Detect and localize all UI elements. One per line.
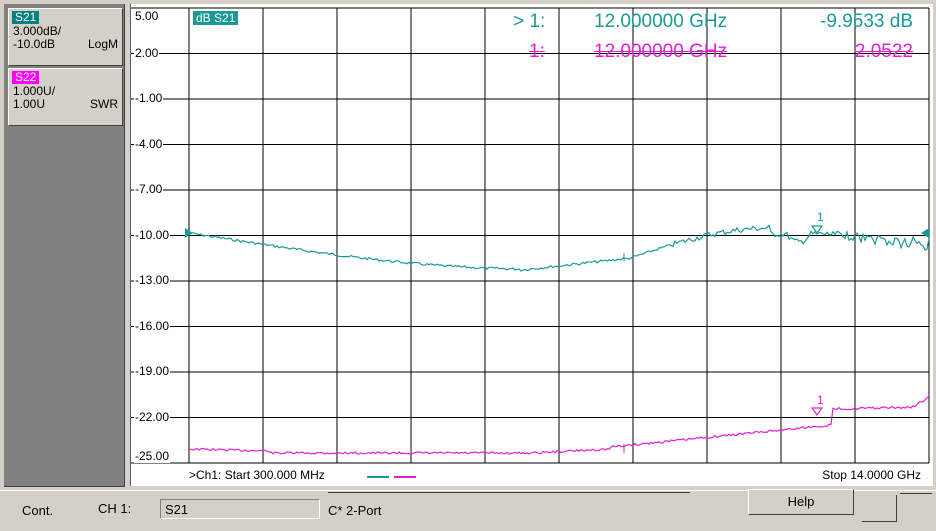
sweep-mode-label: Cont. <box>22 503 54 518</box>
marker-1-s21-icon: 1 <box>810 210 824 235</box>
status-bar: Cont. CH 1: S21 C* 2-Port Help <box>0 489 936 531</box>
svg-text:1: 1 <box>817 393 824 407</box>
y-tick-label: 5.00 <box>134 9 160 23</box>
measurement-field[interactable]: S21 <box>160 499 320 519</box>
trace-s21-tag: S21 <box>12 11 40 24</box>
plot-grid: 1 1 <box>131 7 930 464</box>
trace-s22-tag: S22 <box>12 71 40 84</box>
marker-s21-value: -9.9533 dB <box>820 11 913 32</box>
active-trace-label: dB S21 <box>193 11 239 25</box>
y-tick-label: -13.00 <box>134 273 171 287</box>
status-divider <box>900 493 932 494</box>
trace-s21-format: LogM <box>87 37 118 51</box>
plot-area[interactable]: 1 1 5.00 2.00 -1.00 -4.00 -7.00 -10.00 -13.00 -… <box>130 4 933 486</box>
trace-panel: S21 3.000dB/ -10.0dB LogM S22 1.000U/ 1.… <box>4 4 125 487</box>
trace-s22-format: SWR <box>90 97 118 111</box>
marker-s21-frequency: 12.000000 GHz <box>594 11 728 32</box>
trace-s22-box[interactable]: S22 1.000U/ 1.00U SWR <box>8 68 123 126</box>
y-tick-label: -25.00 <box>134 449 171 463</box>
trace-s21-ref: -10.0dB <box>13 37 56 51</box>
trace-s22-ref: 1.00U <box>13 97 46 111</box>
status-divider <box>328 492 690 493</box>
trace-s21-box[interactable]: S21 3.000dB/ -10.0dB LogM <box>8 8 123 66</box>
marker-s22-prefix: 1: <box>529 41 545 62</box>
calibration-label: C* 2-Port <box>328 503 382 518</box>
reference-arrow-right-icon <box>921 228 929 238</box>
start-frequency-label: >Ch1: Start 300.000 MHz <box>189 468 325 482</box>
y-tick-label: -10.00 <box>134 227 171 242</box>
y-tick-label: -19.00 <box>134 364 171 378</box>
channel-label: CH 1: <box>98 501 132 516</box>
legend-swatches <box>367 476 416 478</box>
y-tick-label: -4.00 <box>134 136 164 151</box>
help-button[interactable]: Help <box>748 489 854 515</box>
status-divider <box>862 495 897 522</box>
y-tick-label: 2.00 <box>134 45 160 60</box>
marker-1-s22-icon: 1 <box>810 393 824 417</box>
y-tick-label: -7.00 <box>134 182 164 196</box>
stop-frequency-label: Stop 14.0000 GHz <box>822 468 921 482</box>
y-tick-label: -22.00 <box>134 409 171 424</box>
marker-s22-value: 2.0522 <box>854 41 913 62</box>
y-tick-label: -16.00 <box>134 318 171 333</box>
marker-s22-frequency: 12.000000 GHz <box>594 41 728 62</box>
marker-s21-prefix: > 1: <box>513 11 546 32</box>
y-tick-label: -1.00 <box>134 91 164 105</box>
svg-text:1: 1 <box>817 210 824 224</box>
